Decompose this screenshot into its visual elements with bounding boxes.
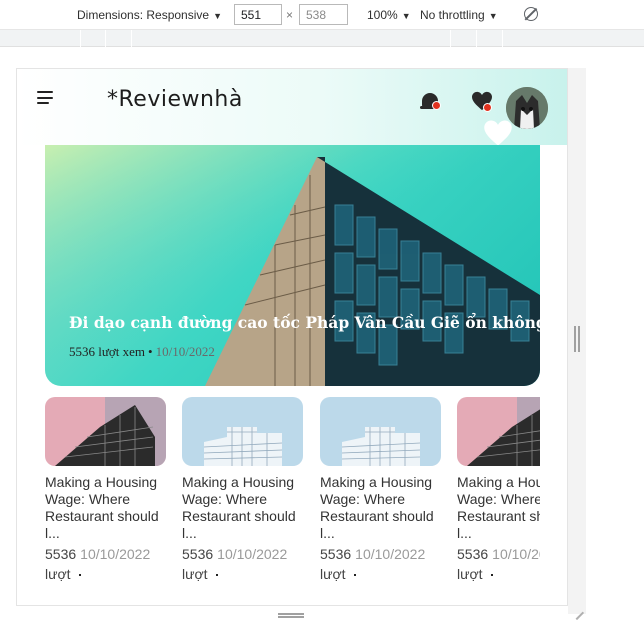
card-meta: 553610/10/2022 xyxy=(457,546,540,562)
hamburger-icon[interactable] xyxy=(37,91,53,105)
throttling-dropdown[interactable]: No throttling ▼ xyxy=(420,8,498,22)
card-date: 10/10/2022 xyxy=(355,546,426,562)
resize-handle-bottom[interactable] xyxy=(278,613,304,618)
article-card-list: Making a Housing Wage: Where Restaurant … xyxy=(45,397,540,605)
card-title[interactable]: Making a Housing Wage: Where Restaurant … xyxy=(45,474,166,542)
throttling-label: No throttling xyxy=(420,8,485,22)
card-title[interactable]: Making a Housing Wage: Where Restaurant … xyxy=(320,474,441,542)
notification-dot xyxy=(432,101,441,110)
card-views-unit-row: lượt xyxy=(457,566,540,582)
height-input[interactable]: 538 xyxy=(299,4,348,25)
card-views-unit: lượt xyxy=(182,566,208,582)
hero-title[interactable]: Đi dạo cạnh đường cao tốc Pháp Vân Cầu G… xyxy=(69,313,540,332)
width-input[interactable]: 551 xyxy=(234,4,282,25)
article-card[interactable]: Making a Housing Wage: Where Restaurant … xyxy=(457,397,540,582)
chevron-down-icon: ▼ xyxy=(401,11,411,21)
card-meta: 553610/10/2022 xyxy=(45,546,166,562)
dimensions-label: Dimensions: Responsive xyxy=(77,8,210,22)
hero-banner[interactable]: Đi dạo cạnh đường cao tốc Pháp Vân Cầu G… xyxy=(45,145,540,386)
card-title[interactable]: Making a Housing Wage: Where Restaurant … xyxy=(457,474,540,542)
card-thumbnail xyxy=(45,397,166,466)
card-views-unit: lượt xyxy=(45,566,71,582)
rotate-icon[interactable] xyxy=(524,7,538,21)
emulated-viewport: *Reviewnhà Đi dạo cạnh đường cao tốc Phá… xyxy=(16,68,568,606)
hero-date: 10/10/2022 xyxy=(155,344,215,359)
resize-handle-right[interactable] xyxy=(574,326,580,352)
device-toolbar: Dimensions: Responsive ▼ 551 × 538 100% ▼ … xyxy=(0,0,644,30)
card-views: 5536 xyxy=(320,546,352,562)
card-date: 10/10/2022 xyxy=(492,546,540,562)
card-title[interactable]: Making a Housing Wage: Where Restaurant … xyxy=(182,474,303,542)
hero-separator: • xyxy=(148,344,153,359)
bell-icon[interactable] xyxy=(419,89,443,115)
card-thumbnail xyxy=(457,397,540,466)
heart-icon xyxy=(483,119,513,147)
card-date: 10/10/2022 xyxy=(217,546,288,562)
article-card[interactable]: Making a Housing Wage: Where Restaurant … xyxy=(320,397,441,582)
card-thumbnail xyxy=(182,397,303,466)
card-views-unit: lượt xyxy=(457,566,483,582)
card-views: 5536 xyxy=(45,546,77,562)
card-views: 5536 xyxy=(457,546,489,562)
hero-views: 5536 lượt xem xyxy=(69,344,146,359)
media-query-ruler xyxy=(0,30,644,47)
chevron-down-icon: ▼ xyxy=(488,11,498,21)
article-card[interactable]: Making a Housing Wage: Where Restaurant … xyxy=(45,397,166,582)
card-meta: 553610/10/2022 xyxy=(182,546,303,562)
card-thumbnail xyxy=(320,397,441,466)
card-date: 10/10/2022 xyxy=(80,546,151,562)
card-views: 5536 xyxy=(182,546,214,562)
card-meta: 553610/10/2022 xyxy=(320,546,441,562)
zoom-label: 100% xyxy=(367,8,398,22)
zoom-dropdown[interactable]: 100% ▼ xyxy=(367,8,411,22)
card-views-unit-row: lượt xyxy=(45,566,166,582)
article-card[interactable]: Making a Housing Wage: Where Restaurant … xyxy=(182,397,303,582)
card-views-unit-row: lượt xyxy=(320,566,441,582)
times-sign: × xyxy=(286,8,294,22)
favorites-dot xyxy=(483,103,492,112)
logo[interactable]: *Reviewnhà xyxy=(107,87,243,112)
card-views-unit-row: lượt xyxy=(182,566,303,582)
hero-meta: 5536 lượt xem • 10/10/2022 xyxy=(69,344,215,360)
heart-icon[interactable] xyxy=(471,91,493,112)
dimensions-dropdown[interactable]: Dimensions: Responsive ▼ xyxy=(77,8,222,22)
chevron-down-icon: ▼ xyxy=(213,11,222,21)
card-views-unit: lượt xyxy=(320,566,346,582)
